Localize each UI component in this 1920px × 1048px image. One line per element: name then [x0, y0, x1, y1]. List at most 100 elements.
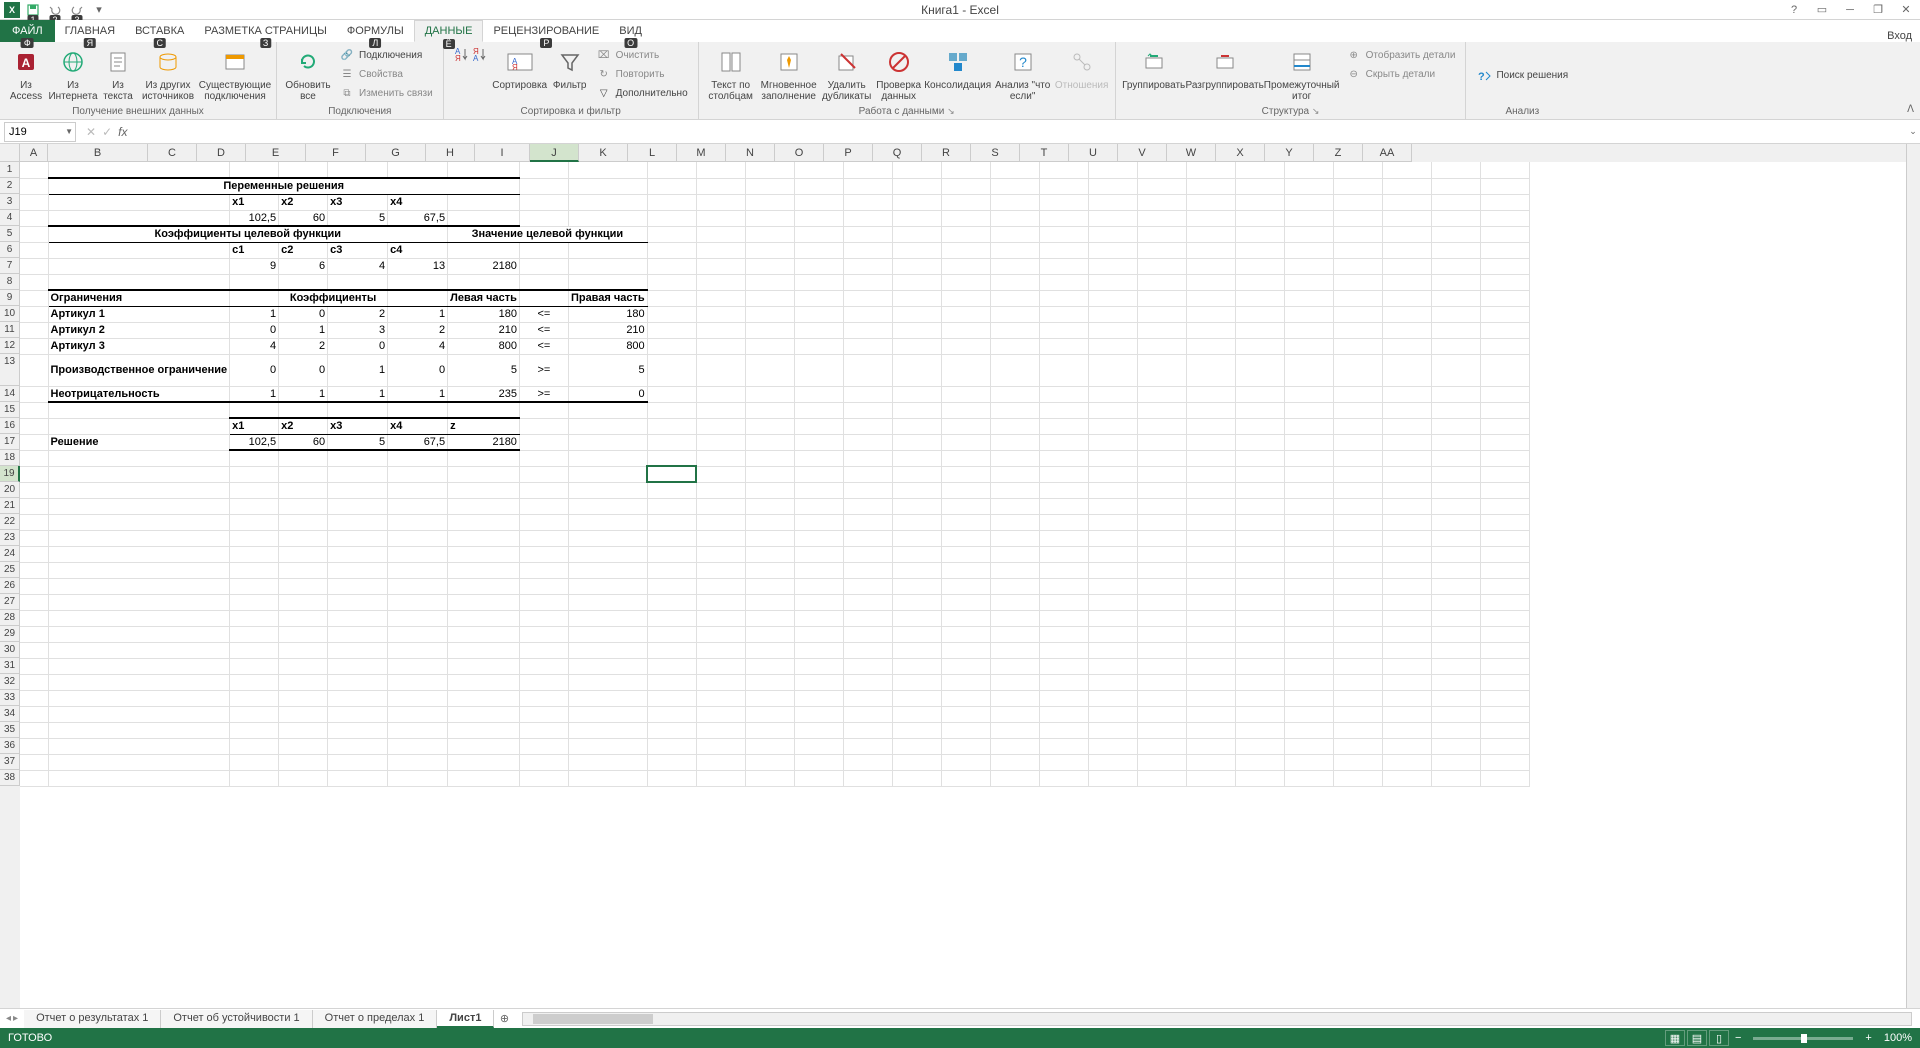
- sheet-tab[interactable]: Отчет об устойчивости 1: [161, 1010, 312, 1028]
- group-outline: Группировать Разгруппировать Промежуточн…: [1116, 42, 1467, 119]
- filter-button[interactable]: Фильтр: [550, 44, 590, 104]
- zoom-level[interactable]: 100%: [1878, 1032, 1912, 1044]
- relationships-button[interactable]: Отношения: [1055, 44, 1109, 104]
- remove-duplicates-button[interactable]: Удалить дубликаты: [821, 44, 873, 104]
- data-validation-button[interactable]: Проверка данных: [875, 44, 923, 104]
- chevron-down-icon[interactable]: ▼: [65, 127, 73, 136]
- svg-text:A: A: [22, 56, 31, 70]
- refresh-all-button[interactable]: Обновить все: [283, 44, 333, 104]
- expand-formula-bar-icon[interactable]: ⌄: [1906, 126, 1920, 137]
- sheet-tab[interactable]: Отчет о результатах 1: [24, 1010, 161, 1028]
- tab-home[interactable]: ГЛАВНАЯЯ: [55, 20, 125, 42]
- consolidate-button[interactable]: Консолидация: [925, 44, 991, 104]
- solver-button[interactable]: ?Поиск решения: [1472, 44, 1572, 104]
- window-title: Книга1 - Excel: [921, 3, 999, 17]
- qat-redo[interactable]: 3: [68, 1, 86, 19]
- ungroup-button[interactable]: Разгруппировать: [1188, 44, 1262, 104]
- ribbon-tabs: ФАЙЛФ ГЛАВНАЯЯ ВСТАВКАС РАЗМЕТКА СТРАНИЦ…: [0, 20, 1920, 42]
- sheet-tab[interactable]: Отчет о пределах 1: [313, 1010, 438, 1028]
- svg-text:Я: Я: [512, 63, 518, 72]
- tab-insert[interactable]: ВСТАВКАС: [125, 20, 194, 42]
- group-sort-filter: AЯ ЯA AЯСортировка Фильтр ⌧Очистить ↻Пов…: [444, 42, 699, 119]
- horizontal-scrollbar[interactable]: [522, 1012, 1912, 1026]
- text-to-columns-button[interactable]: Текст по столбцам: [705, 44, 757, 104]
- edit-links-button: ⧉Изменить связи: [335, 84, 437, 102]
- view-normal-icon[interactable]: ▦: [1665, 1030, 1685, 1046]
- title-bar: X 1 2 3 ▾ Книга1 - Excel ? ▭ ─ ❐ ✕: [0, 0, 1920, 20]
- group-label: Сортировка и фильтр: [450, 104, 692, 119]
- reapply-button: ↻Повторить: [592, 65, 692, 83]
- from-access-button[interactable]: AИз Access: [6, 44, 46, 104]
- group-data-tools: Текст по столбцам Мгновенное заполнение …: [699, 42, 1116, 119]
- ribbon-display-icon[interactable]: ▭: [1812, 2, 1832, 18]
- add-sheet-button[interactable]: ⊕: [494, 1012, 514, 1025]
- vertical-scrollbar[interactable]: [1906, 144, 1920, 1008]
- hide-detail-button: ⊖Скрыть детали: [1342, 65, 1460, 83]
- from-text-button[interactable]: Из текста: [100, 44, 136, 104]
- group-analysis: ?Поиск решения Анализ: [1466, 42, 1578, 119]
- view-break-icon[interactable]: ▯: [1709, 1030, 1729, 1046]
- excel-icon: X: [4, 2, 20, 18]
- fx-icon[interactable]: fx: [118, 125, 127, 139]
- spreadsheet-grid[interactable]: ABCDEFGHIJKLMNOPQRSTUVWXYZAA 12345678910…: [0, 144, 1920, 1008]
- sheet-nav[interactable]: ◂▸: [0, 1013, 24, 1024]
- svg-text:A: A: [473, 54, 479, 62]
- group-connections: Обновить все 🔗Подключения ☰Свойства ⧉Изм…: [277, 42, 444, 119]
- sort-za-button[interactable]: ЯA: [468, 44, 490, 104]
- tab-review[interactable]: РЕЦЕНЗИРОВАНИЕР: [483, 20, 609, 42]
- from-web-button[interactable]: Из Интернета: [48, 44, 98, 104]
- maximize-icon[interactable]: ❐: [1868, 2, 1888, 18]
- zoom-in-button[interactable]: +: [1861, 1032, 1875, 1044]
- subtotal-button[interactable]: Промежуточный итог: [1264, 44, 1340, 104]
- column-headers[interactable]: ABCDEFGHIJKLMNOPQRSTUVWXYZAA: [20, 144, 1906, 162]
- help-icon[interactable]: ?: [1784, 2, 1804, 18]
- tab-page-layout[interactable]: РАЗМЕТКА СТРАНИЦЫЗ: [194, 20, 336, 42]
- cancel-icon: ✕: [86, 125, 96, 139]
- group-label: Структура ↘: [1122, 104, 1460, 119]
- svg-text:?: ?: [1019, 54, 1027, 70]
- group-button[interactable]: Группировать: [1122, 44, 1186, 104]
- qat-undo[interactable]: 2: [46, 1, 64, 19]
- what-if-button[interactable]: ?Анализ "что если": [993, 44, 1053, 104]
- advanced-filter-button[interactable]: ▽Дополнительно: [592, 84, 692, 102]
- group-label: Работа с данными ↘: [705, 104, 1109, 119]
- tab-formulas[interactable]: ФОРМУЛЫЛ: [337, 20, 414, 42]
- sheet-tab[interactable]: Лист1: [437, 1010, 494, 1028]
- collapse-ribbon-icon[interactable]: ᐱ: [1907, 104, 1914, 115]
- group-external-data: AИз Access Из Интернета Из текста Из дру…: [0, 42, 277, 119]
- qat-customize[interactable]: ▾: [90, 1, 108, 19]
- account-signin[interactable]: Вход: [1887, 30, 1912, 42]
- close-icon[interactable]: ✕: [1896, 2, 1916, 18]
- name-box[interactable]: J19▼: [4, 122, 76, 142]
- formula-bar: J19▼ ✕ ✓ fx ⌄: [0, 120, 1920, 144]
- svg-text:Я: Я: [455, 54, 461, 62]
- status-bar: ГОТОВО ▦ ▤ ▯ − + 100%: [0, 1028, 1920, 1048]
- row-headers[interactable]: 1234567891011121314151617181920212223242…: [0, 162, 20, 1008]
- select-all-corner[interactable]: [0, 144, 20, 162]
- view-layout-icon[interactable]: ▤: [1687, 1030, 1707, 1046]
- tab-file[interactable]: ФАЙЛФ: [0, 20, 55, 42]
- qat-save[interactable]: 1: [24, 1, 42, 19]
- tab-data[interactable]: ДАННЫЕЁ: [414, 20, 484, 42]
- enter-icon: ✓: [102, 125, 112, 139]
- zoom-out-button[interactable]: −: [1731, 1032, 1745, 1044]
- formula-input[interactable]: [133, 122, 1906, 142]
- cells-area[interactable]: Переменные решенияx1x2x3x4102,560567,5Ко…: [20, 162, 1906, 1008]
- dialog-launcher-icon[interactable]: ↘: [1312, 106, 1320, 116]
- svg-text:?: ?: [1478, 71, 1485, 83]
- connections-button[interactable]: 🔗Подключения: [335, 46, 437, 64]
- minimize-icon[interactable]: ─: [1840, 2, 1860, 18]
- from-other-button[interactable]: Из других источников: [138, 44, 198, 104]
- dialog-launcher-icon[interactable]: ↘: [947, 106, 955, 116]
- group-label: Получение внешних данных: [6, 104, 270, 119]
- zoom-slider[interactable]: [1753, 1037, 1853, 1040]
- flash-fill-button[interactable]: Мгновенное заполнение: [759, 44, 819, 104]
- sort-button[interactable]: AЯСортировка: [492, 44, 548, 104]
- group-label: Подключения: [283, 104, 437, 119]
- tab-view[interactable]: ВИДО: [609, 20, 652, 42]
- sheet-tab-bar: ◂▸ Отчет о результатах 1Отчет об устойчи…: [0, 1008, 1920, 1028]
- sheet-tabs: Отчет о результатах 1Отчет об устойчивос…: [24, 1010, 494, 1028]
- existing-conn-button[interactable]: Существующие подключения: [200, 44, 270, 104]
- quick-access-toolbar: X 1 2 3 ▾: [0, 1, 108, 19]
- ribbon: AИз Access Из Интернета Из текста Из дру…: [0, 42, 1920, 120]
